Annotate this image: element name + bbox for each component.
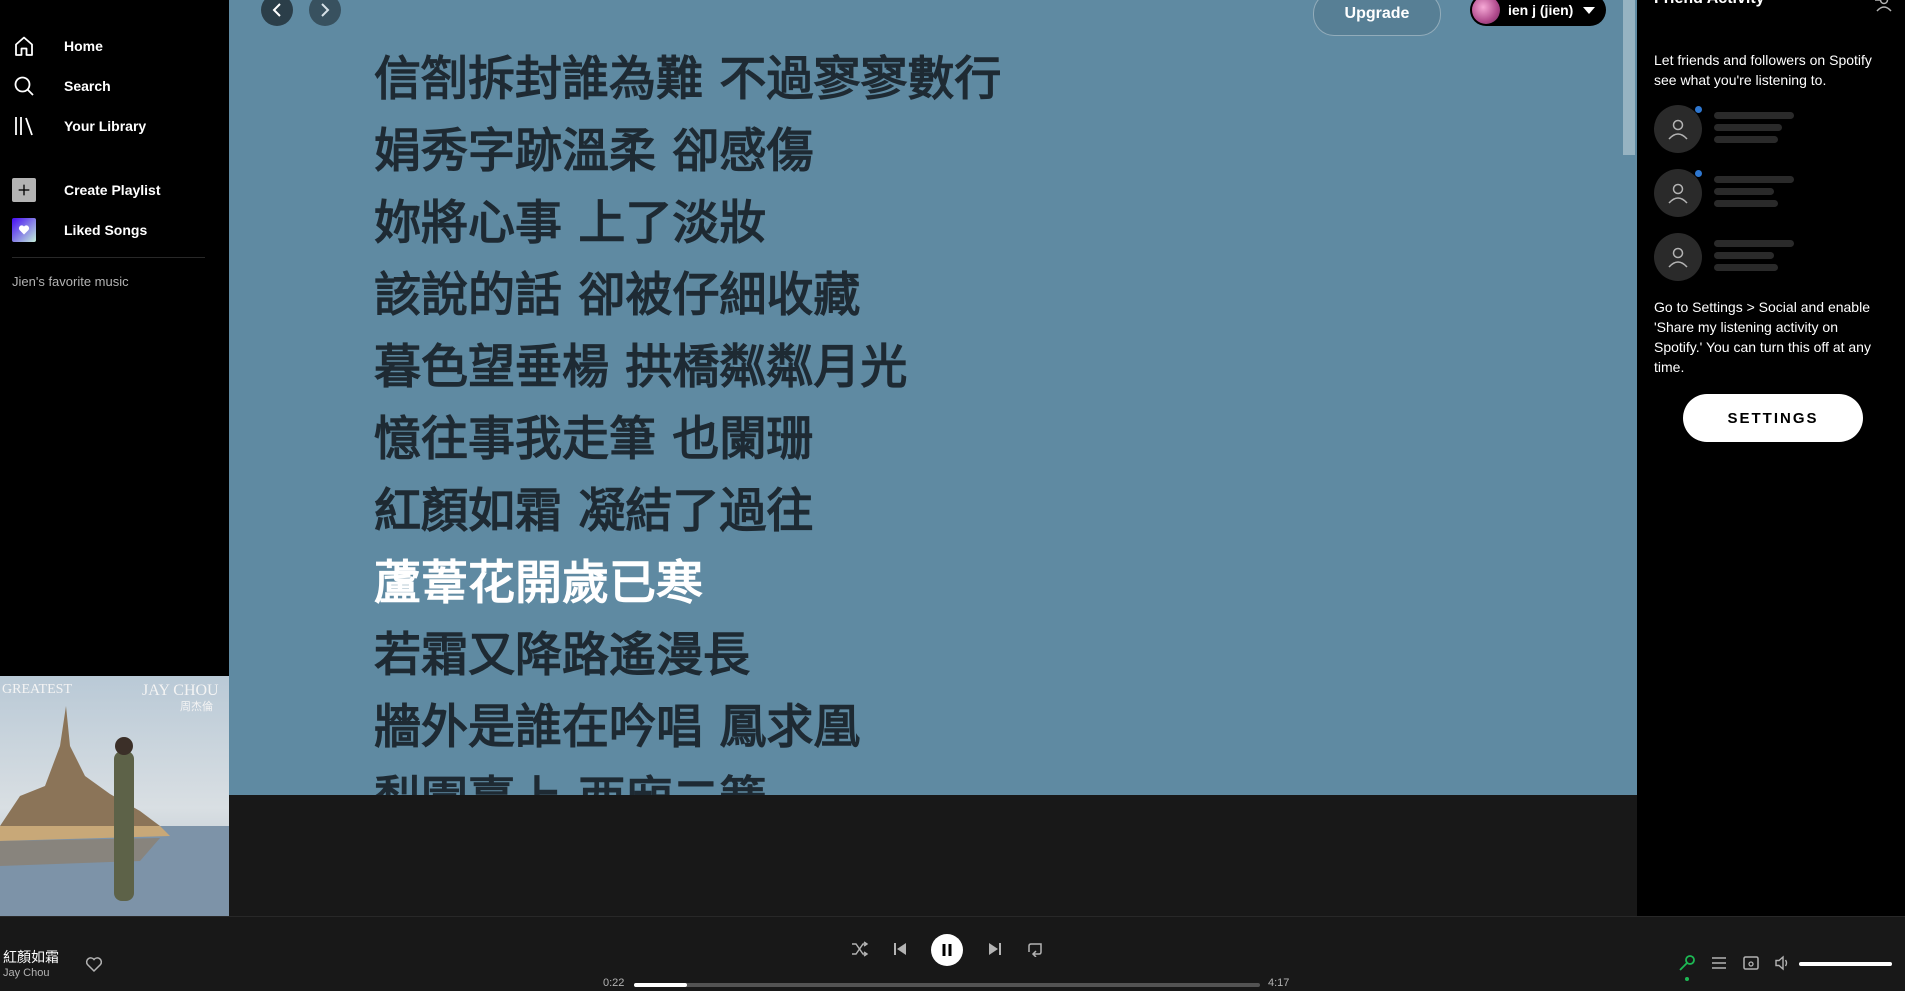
lyrics-footer: [229, 795, 1637, 916]
sidebar-item-label: Your Library: [64, 118, 147, 134]
lyric-line[interactable]: 牆外是誰在吟唱 鳳求凰: [374, 692, 1001, 764]
liked-songs-label: Liked Songs: [64, 222, 148, 238]
repeat-button[interactable]: [1025, 939, 1045, 959]
placeholder-bar: [1714, 112, 1794, 119]
forward-button[interactable]: [309, 0, 341, 26]
sidebar-item-label: Home: [64, 38, 103, 54]
pause-button[interactable]: [931, 934, 963, 966]
lyric-line[interactable]: 暮色望垂楊 拱橋粼粼月光: [374, 332, 1001, 404]
lyrics-icon[interactable]: [1678, 954, 1696, 972]
create-playlist-label: Create Playlist: [64, 182, 161, 198]
lyric-line-current[interactable]: 蘆葦花開歲已寒: [374, 548, 1001, 620]
sidebar: Home Search Your Library Create Playlist…: [0, 0, 229, 916]
library-icon: [15, 117, 33, 136]
queue-icon[interactable]: [1710, 954, 1728, 972]
volume-icon[interactable]: [1774, 954, 1792, 972]
cover-right-subtext: 周杰倫: [180, 701, 213, 713]
online-dot: [1695, 106, 1702, 113]
lyric-line[interactable]: 娟秀字跡溫柔 卻感傷: [374, 116, 1001, 188]
lyric-line[interactable]: 信劄拆封誰為難 不過寥寥數行: [374, 44, 1001, 116]
placeholder-bar: [1714, 252, 1774, 259]
lyric-line[interactable]: 紅顏如霜 凝結了過往: [374, 476, 1001, 548]
sidebar-item-library[interactable]: Your Library: [12, 111, 146, 141]
lyrics-view: Upgrade ien j (jien) 信劄拆封誰為難 不過寥寥數行 娟秀字跡…: [229, 0, 1637, 795]
heart-icon: [12, 218, 36, 242]
home-icon: [15, 36, 33, 56]
placeholder-bar: [1714, 124, 1782, 131]
caret-down-icon: [1583, 6, 1596, 14]
lyric-line[interactable]: 妳將心事 上了淡妝: [374, 188, 1001, 260]
add-friend-icon[interactable]: [1874, 0, 1892, 12]
now-playing-artist[interactable]: Jay Chou: [3, 967, 49, 979]
friend-activity-info: Go to Settings > Social and enable 'Shar…: [1654, 299, 1871, 375]
scrollbar-thumb[interactable]: [1623, 0, 1635, 155]
volume-fill: [1799, 962, 1892, 966]
lyric-line[interactable]: 若霜又降路遙漫長: [374, 620, 1001, 692]
sidebar-divider: [12, 257, 205, 258]
friend-activity-panel: Friend Activity Let friends and follower…: [1637, 0, 1905, 916]
sidebar-item-home[interactable]: Home: [12, 31, 103, 61]
lyrics-list: 信劄拆封誰為難 不過寥寥數行 娟秀字跡溫柔 卻感傷 妳將心事 上了淡妝 該說的話…: [374, 44, 1001, 795]
online-dot: [1695, 170, 1702, 177]
user-name: ien j (jien): [1508, 2, 1574, 18]
avatar: [1472, 0, 1500, 24]
progress-fill: [634, 983, 688, 987]
lyric-line[interactable]: 憶往事我走筆 也闌珊: [374, 404, 1001, 476]
connect-device-icon[interactable]: [1742, 954, 1760, 972]
friend-placeholder: [1654, 105, 1884, 155]
user-menu-button[interactable]: ien j (jien): [1470, 0, 1606, 26]
cover-left-text: GREATEST: [2, 682, 72, 697]
sidebar-item-label: Search: [64, 78, 111, 94]
previous-button[interactable]: [890, 939, 910, 959]
skip-back-icon: [894, 943, 906, 955]
search-icon: [14, 76, 34, 96]
friend-activity-title: Friend Activity: [1654, 0, 1765, 8]
user-icon: [1654, 233, 1702, 281]
placeholder-bar: [1714, 264, 1778, 271]
lyric-line[interactable]: 該說的話 卻被仔細收藏: [374, 260, 1001, 332]
friend-placeholder: [1654, 233, 1884, 283]
time-elapsed: 0:22: [603, 977, 625, 989]
active-indicator-dot: [1685, 977, 1689, 981]
shuffle-icon: [852, 941, 869, 957]
back-button[interactable]: [261, 0, 293, 26]
friend-activity-description: Let friends and followers on Spotify see…: [1654, 52, 1872, 88]
sidebar-playlist-item[interactable]: Jien's favorite music: [12, 274, 129, 289]
chevron-left-icon: [272, 3, 281, 17]
pause-icon: [942, 944, 952, 956]
volume-slider[interactable]: [1799, 962, 1892, 966]
time-total: 4:17: [1268, 977, 1290, 989]
skip-forward-icon: [989, 943, 1001, 955]
next-button[interactable]: [985, 939, 1005, 959]
friend-placeholder: [1654, 169, 1884, 219]
placeholder-bar: [1714, 240, 1794, 247]
liked-songs-button[interactable]: Liked Songs: [12, 215, 147, 245]
chevron-right-icon: [321, 3, 330, 17]
placeholder-bar: [1714, 136, 1778, 143]
placeholder-bar: [1714, 188, 1774, 195]
placeholder-bar: [1714, 176, 1794, 183]
shuffle-button[interactable]: [850, 939, 870, 959]
lyric-line[interactable]: 梨園臺上 西廂二簧: [374, 764, 1001, 795]
album-cover[interactable]: GREATEST JAY CHOU 周杰倫: [0, 676, 229, 916]
upgrade-button[interactable]: Upgrade: [1313, 0, 1441, 36]
user-icon: [1654, 105, 1702, 153]
progress-bar[interactable]: [634, 983, 1260, 987]
heart-icon[interactable]: [85, 955, 103, 973]
settings-button[interactable]: SETTINGS: [1683, 394, 1863, 442]
now-playing-title[interactable]: 紅顏如霜: [3, 947, 59, 967]
repeat-icon: [1028, 943, 1042, 957]
user-icon: [1654, 169, 1702, 217]
create-playlist-button[interactable]: Create Playlist: [12, 175, 161, 205]
plus-icon: [12, 178, 36, 202]
placeholder-bar: [1714, 200, 1778, 207]
player-bar: 紅顏如霜 Jay Chou 0:22 4:17: [0, 916, 1905, 991]
sidebar-item-search[interactable]: Search: [12, 71, 111, 101]
